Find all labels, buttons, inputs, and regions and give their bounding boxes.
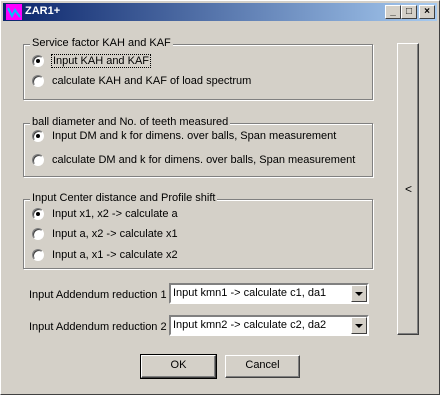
radio-label: Input a, x1 -> calculate x2 [52, 249, 178, 261]
radio-label: Input DM and k for dimens. over balls, S… [52, 130, 337, 142]
group-legend: ball diameter and No. of teeth measured [30, 116, 231, 128]
window-title: ZAR1+ [25, 5, 61, 17]
center-distance-group: Input Center distance and Profile shift … [23, 192, 373, 269]
radio-input-dm-k[interactable]: Input DM and k for dimens. over balls, S… [32, 129, 336, 143]
minimize-button[interactable]: _ [385, 5, 401, 19]
select-value: Input kmn2 -> calculate c2, da2 [173, 319, 327, 331]
dialog-window: ZAR1+ _ □ × Service factor KAH and KAF I… [0, 0, 440, 395]
ball-diameter-group: ball diameter and No. of teeth measured … [23, 116, 373, 177]
radio-button-checked[interactable] [32, 55, 44, 67]
addendum-reduction-1-label: Input Addendum reduction 1 [29, 289, 167, 301]
chevron-left-icon: < [405, 182, 413, 196]
radio-label: Input a, x2 -> calculate x1 [52, 228, 178, 240]
ok-button[interactable]: OK [140, 354, 217, 379]
chevron-down-icon[interactable] [351, 317, 367, 334]
radio-button[interactable] [32, 249, 44, 261]
radio-label: calculate KAH and KAF of load spectrum [52, 75, 252, 87]
radio-input-kah-kaf[interactable]: Input KAH and KAF [32, 54, 151, 68]
close-button[interactable]: × [419, 5, 435, 19]
service-factor-group: Service factor KAH and KAF Input KAH and… [23, 37, 373, 100]
addendum-reduction-2-select[interactable]: Input kmn2 -> calculate c2, da2 [169, 315, 369, 336]
chevron-down-icon[interactable] [351, 285, 367, 302]
group-legend: Input Center distance and Profile shift [30, 192, 218, 204]
radio-input-a-x2[interactable]: Input a, x2 -> calculate x1 [32, 227, 178, 241]
maximize-button[interactable]: □ [401, 5, 417, 19]
title-bar[interactable]: ZAR1+ _ □ × [3, 3, 437, 21]
radio-button[interactable] [32, 154, 44, 166]
collapse-side-button[interactable]: < [397, 43, 419, 335]
select-value: Input kmn1 -> calculate c1, da1 [173, 287, 327, 299]
radio-input-x1-x2[interactable]: Input x1, x2 -> calculate a [32, 207, 178, 221]
radio-label: Input KAH and KAF [51, 54, 151, 68]
cancel-button[interactable]: Cancel [225, 355, 300, 378]
radio-label: calculate DM and k for dimens. over ball… [52, 154, 356, 166]
radio-calculate-kah-kaf[interactable]: calculate KAH and KAF of load spectrum [32, 74, 251, 88]
app-icon [6, 4, 22, 20]
radio-input-a-x1[interactable]: Input a, x1 -> calculate x2 [32, 248, 178, 262]
radio-calculate-dm-k[interactable]: calculate DM and k for dimens. over ball… [32, 153, 355, 167]
radio-button-checked[interactable] [32, 208, 44, 220]
group-legend: Service factor KAH and KAF [30, 37, 173, 49]
radio-button-checked[interactable] [32, 130, 44, 142]
addendum-reduction-1-select[interactable]: Input kmn1 -> calculate c1, da1 [169, 283, 369, 304]
radio-label: Input x1, x2 -> calculate a [52, 208, 178, 220]
radio-button[interactable] [32, 228, 44, 240]
radio-button[interactable] [32, 75, 44, 87]
addendum-reduction-2-label: Input Addendum reduction 2 [29, 321, 167, 333]
